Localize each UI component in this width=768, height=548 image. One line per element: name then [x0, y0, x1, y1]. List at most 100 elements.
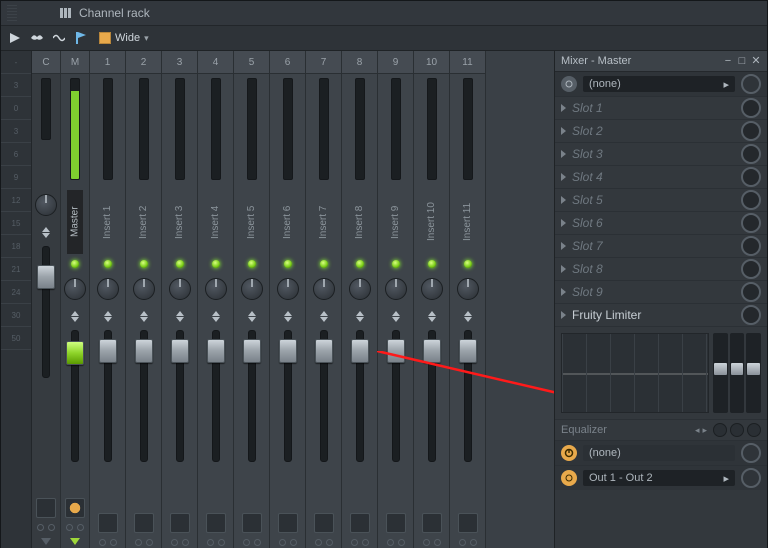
fx-slot-empty[interactable]: Slot 8 [555, 258, 767, 281]
stereo-sep-arrows[interactable]: ◂▸ [695, 425, 707, 436]
route-toggle[interactable] [314, 513, 334, 533]
pan-knob[interactable] [64, 278, 86, 300]
fx-arrows[interactable] [320, 306, 328, 326]
eq-freq-knob-low[interactable] [713, 423, 727, 437]
mute-led[interactable] [392, 260, 400, 268]
fx-arrows[interactable] [248, 306, 256, 326]
fx-slot-empty[interactable]: Slot 9 [555, 281, 767, 304]
send-routing-icon[interactable] [561, 445, 577, 461]
eq-band-fader-mid[interactable] [730, 333, 745, 413]
mute-led[interactable] [320, 260, 328, 268]
track-insert[interactable]: 6Insert 6 [270, 51, 306, 548]
eq-graph[interactable] [561, 333, 709, 413]
mute-led[interactable] [248, 260, 256, 268]
pan-knob[interactable] [35, 194, 57, 216]
volume-fader[interactable] [320, 326, 328, 510]
slot-mix-knob[interactable] [741, 213, 761, 233]
volume-fader[interactable] [392, 326, 400, 510]
pan-knob[interactable] [457, 278, 479, 300]
pan-knob[interactable] [349, 278, 371, 300]
volume-fader[interactable] [212, 326, 220, 510]
fx-arrows[interactable] [212, 306, 220, 326]
mini-dots[interactable] [315, 539, 333, 546]
route-toggle[interactable] [170, 513, 190, 533]
track-insert[interactable]: 8Insert 8 [342, 51, 378, 548]
route-toggle[interactable] [242, 513, 262, 533]
mini-dots[interactable] [459, 539, 477, 546]
track-insert[interactable]: 4Insert 4 [198, 51, 234, 548]
pan-knob[interactable] [277, 278, 299, 300]
fx-arrows[interactable] [140, 306, 148, 326]
fx-arrows[interactable] [104, 306, 112, 326]
route-toggle[interactable] [65, 498, 85, 518]
track-master[interactable]: M Master [61, 51, 90, 548]
panel-titlebar[interactable]: Mixer - Master − □ ✕ [555, 51, 767, 72]
mute-led[interactable] [71, 260, 79, 268]
track-insert[interactable]: 5Insert 5 [234, 51, 270, 548]
input-routing-icon[interactable] [561, 76, 577, 92]
dock-arrow-icon[interactable] [41, 538, 51, 545]
mini-dots[interactable] [279, 539, 297, 546]
mini-dots[interactable] [423, 539, 441, 546]
mini-dots[interactable] [135, 539, 153, 546]
dock-arrow-icon[interactable] [70, 538, 80, 545]
mini-dots[interactable] [99, 539, 117, 546]
mini-dots[interactable] [387, 539, 405, 546]
mute-led[interactable] [356, 260, 364, 268]
route-toggle[interactable] [206, 513, 226, 533]
route-toggle[interactable] [278, 513, 298, 533]
input-selector[interactable]: (none)▸ [583, 76, 735, 92]
track-current[interactable]: C [32, 51, 61, 548]
volume-fader[interactable] [104, 326, 112, 510]
close-icon[interactable]: ✕ [751, 56, 761, 66]
fx-arrows[interactable] [176, 306, 184, 326]
mute-led[interactable] [212, 260, 220, 268]
route-toggle[interactable] [36, 498, 56, 518]
route-toggle[interactable] [458, 513, 478, 533]
pan-knob[interactable] [169, 278, 191, 300]
slot-mix-knob[interactable] [741, 167, 761, 187]
play-icon[interactable] [7, 30, 23, 46]
bird-icon[interactable] [29, 30, 45, 46]
eq-freq-knob-mid[interactable] [730, 423, 744, 437]
volume-fader[interactable] [428, 326, 436, 510]
send-selector[interactable]: (none) [583, 445, 735, 461]
slot-mix-knob[interactable] [741, 121, 761, 141]
track-insert[interactable]: 7Insert 7 [306, 51, 342, 548]
eq-band-fader-high[interactable] [746, 333, 761, 413]
view-mode-selector[interactable]: Wide ▾ [95, 32, 153, 44]
route-toggle[interactable] [98, 513, 118, 533]
fx-arrows[interactable] [356, 306, 364, 326]
output-selector[interactable]: Out 1 - Out 2▸ [583, 470, 735, 486]
fx-arrows[interactable] [284, 306, 292, 326]
mute-led[interactable] [428, 260, 436, 268]
volume-fader[interactable] [140, 326, 148, 510]
fx-arrows[interactable] [42, 222, 50, 242]
slot-mix-knob[interactable] [741, 190, 761, 210]
output-latency-icon[interactable] [741, 468, 761, 488]
wave-icon[interactable] [51, 30, 67, 46]
volume-fader[interactable] [464, 326, 472, 510]
volume-fader[interactable] [284, 326, 292, 510]
mute-led[interactable] [464, 260, 472, 268]
eq-band-fader-low[interactable] [713, 333, 728, 413]
grip-dots[interactable] [7, 5, 17, 21]
track-insert[interactable]: 1Insert 1 [90, 51, 126, 548]
volume-fader[interactable] [42, 242, 50, 495]
maximize-icon[interactable]: □ [737, 56, 747, 66]
pan-knob[interactable] [205, 278, 227, 300]
mute-led[interactable] [284, 260, 292, 268]
output-routing-icon[interactable] [561, 470, 577, 486]
volume-fader[interactable] [176, 326, 184, 510]
slot-mix-knob[interactable] [741, 305, 761, 325]
fx-slot-empty[interactable]: Slot 6 [555, 212, 767, 235]
route-toggle[interactable] [386, 513, 406, 533]
pan-knob[interactable] [133, 278, 155, 300]
fx-slot-empty[interactable]: Slot 4 [555, 166, 767, 189]
input-latency-icon[interactable] [741, 74, 761, 94]
route-toggle[interactable] [350, 513, 370, 533]
fx-arrows[interactable] [71, 306, 79, 326]
track-insert[interactable]: 11Insert 11 [450, 51, 486, 548]
track-insert[interactable]: 3Insert 3 [162, 51, 198, 548]
pan-knob[interactable] [97, 278, 119, 300]
